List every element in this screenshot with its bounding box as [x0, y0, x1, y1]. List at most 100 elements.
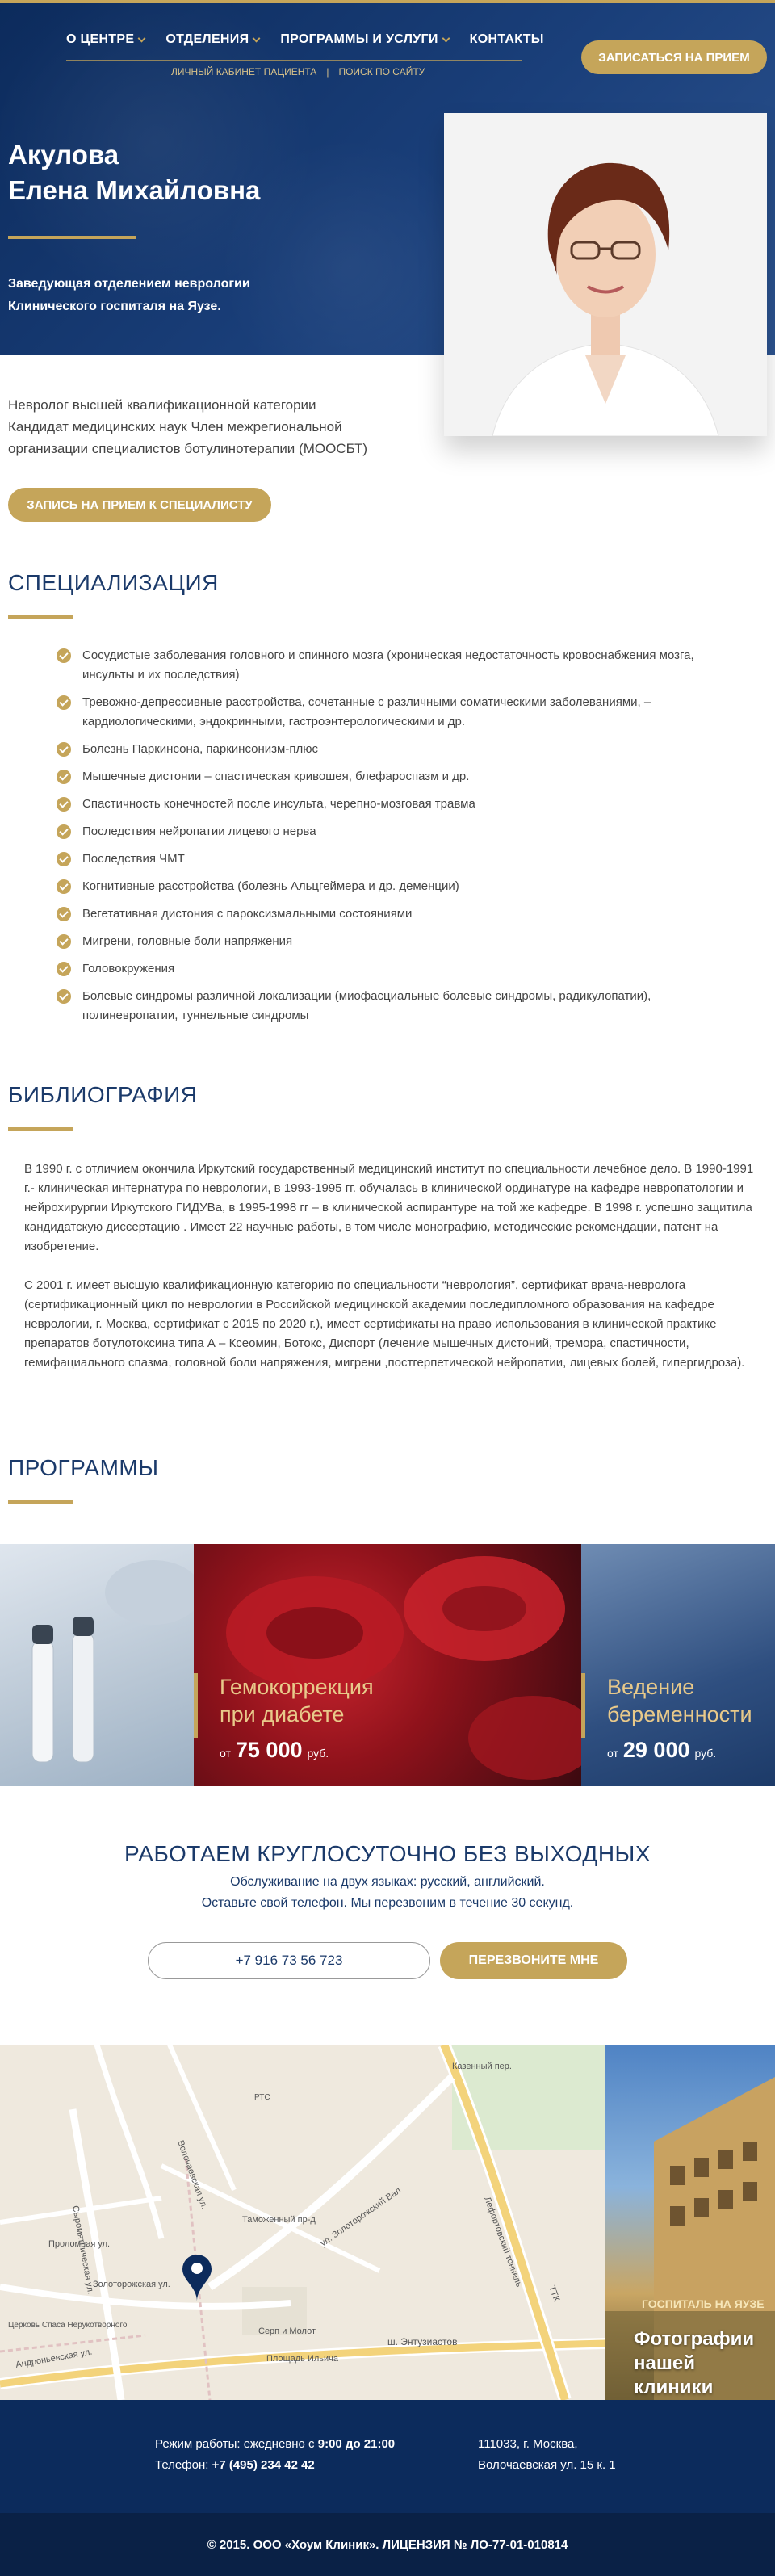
doctor-role-line: Заведующая отделением неврологии — [8, 277, 250, 291]
list-item: Головокружения — [57, 959, 718, 979]
callback-title: РАБОТАЕМ КРУГЛОСУТОЧНО БЕЗ ВЫХОДНЫХ — [124, 1841, 651, 1866]
list-item-text: Болезнь Паркинсона, паркинсонизм-плюс — [82, 742, 318, 756]
program-title-line: Ведение — [607, 1675, 695, 1699]
call-me-button[interactable]: ПЕРЕЗВОНИТЕ МНЕ — [440, 1942, 627, 1979]
phone-label: Телефон: — [155, 2458, 209, 2472]
nav-item-programs[interactable]: ПРОГРАММЫ И УСЛУГИ — [280, 32, 450, 47]
program-card-pregnancy[interactable]: Ведение беременности от 29 000 руб. — [581, 1544, 775, 1786]
list-item: Сосудистые заболевания головного и спинн… — [57, 646, 718, 685]
program-image — [0, 1544, 194, 1786]
doctor-role-line: Клинического госпиталя на Яузе. — [8, 300, 221, 313]
list-item-text: Тревожно-депрессивные расстройства, соче… — [82, 695, 651, 728]
subnav-separator: | — [326, 66, 329, 78]
program-title: Ведение беременности — [607, 1673, 752, 1728]
callback-line: Обслуживание на двух языках: русский, ан… — [230, 1875, 545, 1889]
check-icon — [57, 962, 71, 976]
program-title-line: Гемокоррекция — [220, 1675, 374, 1699]
sub-nav: ЛИЧНЫЙ КАБИНЕТ ПАЦИЕНТА | ПОИСК ПО САЙТУ — [171, 66, 425, 78]
doctor-qualifications: Невролог высшей квалификационной категор… — [8, 394, 460, 459]
patient-cabinet-link[interactable]: ЛИЧНЫЙ КАБИНЕТ ПАЦИЕНТА — [171, 66, 316, 78]
nav-item-label: О ЦЕНТРЕ — [66, 32, 135, 46]
footer-phone-link[interactable]: +7 (495) 234 42 42 — [212, 2458, 315, 2472]
clinic-photos-link[interactable]: ГОСПИТАЛЬ НА ЯУЗЕ Фотографии нашей клини… — [605, 2045, 775, 2400]
price-prefix: от — [220, 1747, 231, 1760]
check-icon — [57, 742, 71, 757]
specialization-bar — [8, 615, 73, 619]
programs-bar — [8, 1500, 73, 1504]
program-accent-bar — [581, 1673, 585, 1738]
list-item: Мышечные дистонии – спастическая кривоше… — [57, 767, 718, 787]
chevron-down-icon — [252, 34, 261, 42]
footer-address: 111033, г. Москва, Волочаевская ул. 15 к… — [478, 2434, 616, 2476]
nav-item-contacts[interactable]: КОНТАКТЫ — [470, 32, 544, 47]
bibliography-paragraph: В 1990 г. с отличием окончила Иркутский … — [24, 1162, 754, 1253]
map-label: Площадь Ильича — [266, 2354, 339, 2364]
list-item-text: Спастичность конечностей после инсульта,… — [82, 797, 475, 811]
hours-label: Режим работы: ежедневно с — [155, 2437, 315, 2451]
nav-item-about[interactable]: О ЦЕНТРЕ — [66, 32, 146, 47]
programs-strip: Гемокоррекция при диабете от 75 000 руб. В… — [0, 1544, 775, 1786]
list-item-text: Головокружения — [82, 962, 175, 975]
price-currency: руб. — [307, 1747, 329, 1760]
list-item-text: Мышечные дистонии – спастическая кривоше… — [82, 770, 470, 783]
nav-item-label: ОТДЕЛЕНИЯ — [165, 32, 249, 46]
list-item: Спастичность конечностей после инсульта,… — [57, 795, 718, 814]
bibliography-text: В 1990 г. с отличием окончила Иркутский … — [24, 1160, 767, 1392]
list-item-text: Вегетативная дистония с пароксизмальными… — [82, 907, 413, 921]
check-icon — [57, 907, 71, 921]
program-accent-bar — [194, 1673, 198, 1738]
footer: Режим работы: ежедневно с 9:00 до 21:00 … — [0, 2400, 775, 2513]
chevron-down-icon — [137, 34, 146, 42]
footer-phone-line: Телефон: +7 (495) 234 42 42 — [155, 2455, 395, 2476]
footer-hours-line: Режим работы: ежедневно с 9:00 до 21:00 — [155, 2434, 395, 2455]
qualification-line: организации специалистов ботулинотерапии… — [8, 441, 368, 456]
specialist-appointment-button[interactable]: ЗАПИСЬ НА ПРИЕМ К СПЕЦИАЛИСТУ — [8, 488, 271, 522]
price-value: 29 000 — [622, 1738, 690, 1762]
qualification-line: Кандидат медицинских наук Член межрегион… — [8, 419, 342, 434]
book-appointment-button[interactable]: ЗАПИСАТЬСЯ НА ПРИЕМ — [581, 40, 767, 74]
check-icon — [57, 695, 71, 710]
building-sign: ГОСПИТАЛЬ НА ЯУЗЕ — [642, 2297, 765, 2310]
map-label: ш. Энтузиастов — [388, 2336, 457, 2347]
list-item-text: Последствия нейропатии лицевого нерва — [82, 824, 316, 838]
list-item: Когнитивные расстройства (болезнь Альцге… — [57, 877, 718, 896]
nav-item-label: ПРОГРАММЫ И УСЛУГИ — [280, 32, 438, 46]
nav-divider — [66, 60, 522, 61]
program-price: от 29 000 руб. — [607, 1738, 716, 1763]
clinic-photos-label-line: Фотографии — [634, 2328, 755, 2350]
price-prefix: от — [607, 1747, 618, 1760]
list-item: Последствия нейропатии лицевого нерва — [57, 822, 718, 841]
program-price: от 75 000 руб. — [220, 1738, 329, 1763]
qualification-line: Невролог высшей квалификационной категор… — [8, 397, 316, 413]
doctor-role: Заведующая отделением неврологии Клиниче… — [8, 273, 250, 318]
specialization-list: Сосудистые заболевания головного и спинн… — [57, 646, 718, 1034]
bibliography-bar — [8, 1127, 73, 1131]
address-line: Волочаевская ул. 15 к. 1 — [478, 2458, 616, 2472]
doctor-surname: Акулова — [8, 140, 119, 170]
location-map[interactable]: Казенный пер. Таможенный пр-д ул. Золото… — [0, 2045, 605, 2400]
clinic-photos-label: Фотографии нашей клиники — [634, 2327, 775, 2400]
program-card-hemocorrection[interactable]: Гемокоррекция при диабете от 75 000 руб. — [194, 1544, 581, 1786]
map-roads: Казенный пер. Таможенный пр-д ул. Золото… — [0, 2045, 605, 2400]
footer-hours: Режим работы: ежедневно с 9:00 до 21:00 … — [155, 2434, 395, 2476]
list-item-text: Сосудистые заболевания головного и спинн… — [82, 648, 694, 682]
site-search-link[interactable]: ПОИСК ПО САЙТУ — [338, 66, 425, 78]
program-title-line: при диабете — [220, 1702, 345, 1726]
map-label: Серп и Молот — [258, 2326, 316, 2336]
list-item: Вегетативная дистония с пароксизмальными… — [57, 904, 718, 924]
doctor-given-names: Елена Михайловна — [8, 175, 261, 205]
list-item: Мигрени, головные боли напряжения — [57, 932, 718, 951]
map-label: Казенный пер. — [452, 2062, 512, 2071]
list-item-text: Мигрени, головные боли напряжения — [82, 934, 293, 948]
phone-input[interactable] — [148, 1942, 430, 1979]
map-label: Золоторожская ул. — [93, 2280, 170, 2289]
nav-item-departments[interactable]: ОТДЕЛЕНИЯ — [165, 32, 261, 47]
price-currency: руб. — [694, 1747, 717, 1760]
program-title-line: беременности — [607, 1702, 752, 1726]
program-title: Гемокоррекция при диабете — [220, 1673, 374, 1728]
check-icon — [57, 879, 71, 894]
copyright: © 2015. ООО «Хоум Клиник». ЛИЦЕНЗИЯ № ЛО… — [0, 2513, 775, 2576]
main-nav: О ЦЕНТРЕ ОТДЕЛЕНИЯ ПРОГРАММЫ И УСЛУГИ КО… — [66, 32, 544, 47]
check-icon — [57, 824, 71, 839]
list-item-text: Болевые синдромы различной локализации (… — [82, 989, 651, 1022]
